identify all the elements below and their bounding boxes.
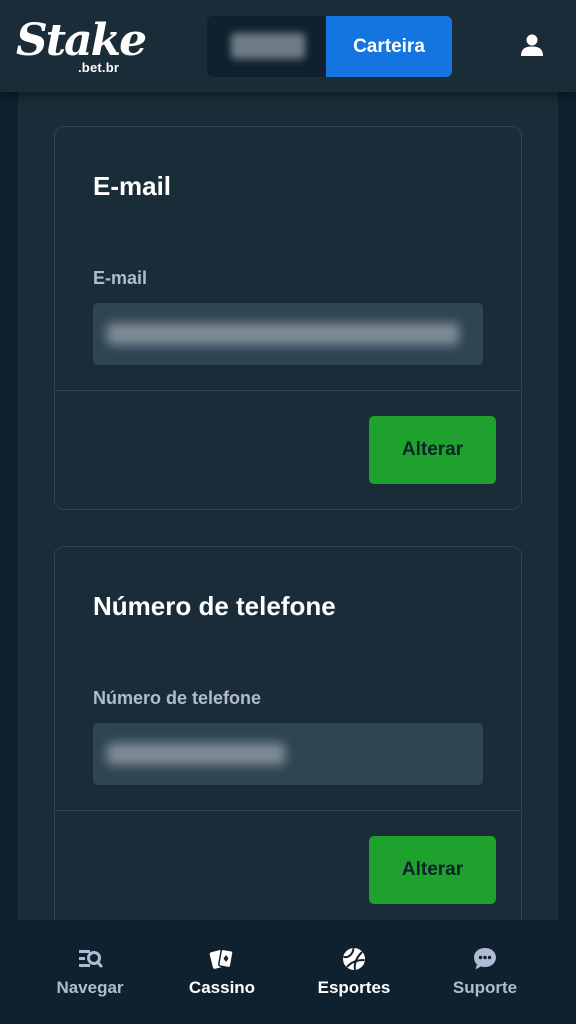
- nav-support-label: Suporte: [452, 978, 518, 997]
- email-card-divider: [55, 390, 521, 391]
- user-icon[interactable]: [520, 33, 544, 57]
- nav-sports[interactable]: Esportes: [289, 920, 419, 1024]
- phone-field[interactable]: [93, 723, 483, 785]
- alter-email-button[interactable]: Alterar: [369, 416, 496, 484]
- nav-casino-label: Cassino: [188, 978, 256, 997]
- phone-card: Número de telefone Número de telefone Al…: [54, 546, 522, 968]
- wallet-button[interactable]: Carteira: [326, 16, 452, 77]
- nav-sports-label: Esportes: [317, 978, 391, 997]
- browse-icon: [79, 950, 103, 968]
- logo-text: Stake: [16, 15, 147, 66]
- chat-icon: [474, 948, 496, 970]
- nav-browse[interactable]: Navegar: [25, 920, 155, 1024]
- bottom-navigation: Navegar Cassino Esportes Suporte: [0, 920, 576, 1024]
- balance-blurred-value: [231, 33, 305, 59]
- cards-icon: [209, 948, 234, 969]
- balance-display[interactable]: [207, 16, 327, 77]
- phone-section-title: Número de telefone: [93, 591, 336, 621]
- nav-support[interactable]: Suporte: [420, 920, 550, 1024]
- email-field[interactable]: [93, 303, 483, 365]
- phone-field-label: Número de telefone: [93, 688, 262, 708]
- email-card: E-mail E-mail Alterar: [54, 126, 522, 510]
- phone-card-divider: [55, 810, 521, 811]
- email-section-title: E-mail: [93, 171, 172, 201]
- logo-domain: .bet.br: [78, 60, 120, 75]
- phone-blurred-value: [107, 743, 285, 765]
- top-header: Stake .bet.br Carteira: [0, 0, 576, 92]
- stake-logo[interactable]: Stake .bet.br: [16, 16, 147, 76]
- basketball-icon: [343, 948, 365, 970]
- email-field-label: E-mail: [93, 268, 148, 288]
- alter-phone-button[interactable]: Alterar: [369, 836, 496, 904]
- nav-casino[interactable]: Cassino: [157, 920, 287, 1024]
- nav-browse-label: Navegar: [56, 978, 124, 997]
- email-blurred-value: [107, 323, 459, 345]
